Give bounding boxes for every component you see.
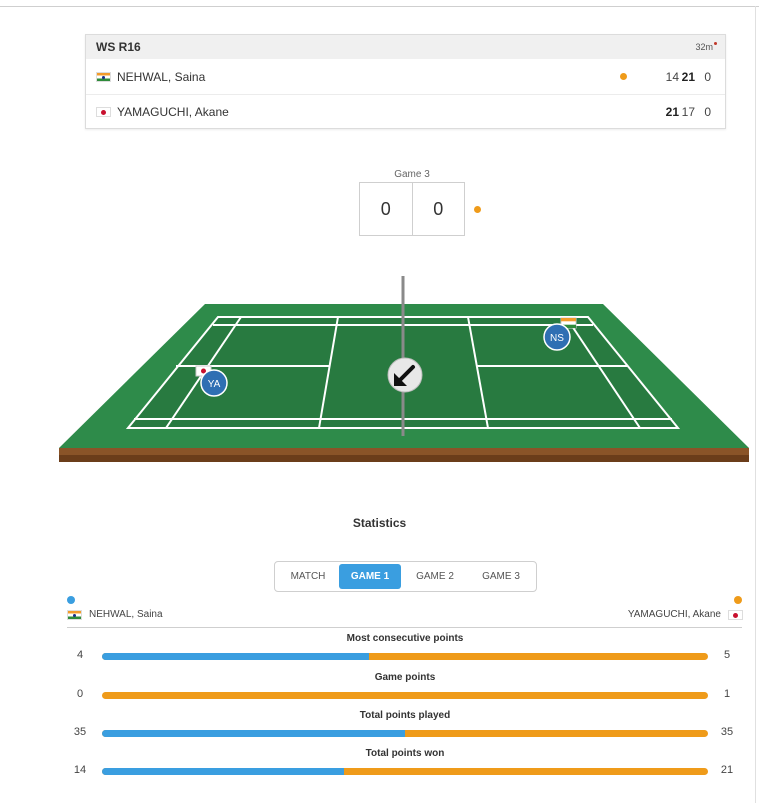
- game-score: 21: [681, 69, 695, 84]
- stat-bar: [102, 768, 708, 775]
- stats-left-player: NEHWAL, Saina: [67, 609, 163, 620]
- stat-bar-fill: [102, 730, 405, 737]
- stat-bar: [102, 730, 708, 737]
- player-badge-label: NS: [550, 333, 564, 344]
- player-row-nehwal[interactable]: NEHWAL, Saina 14 21 0: [86, 59, 725, 94]
- left-game-score: 0: [380, 198, 391, 219]
- stat-left-value: 14: [73, 764, 87, 776]
- current-game-label: Game 3: [394, 169, 430, 180]
- game-score: 17: [681, 105, 695, 119]
- serve-indicator-icon: [620, 73, 627, 80]
- stat-label: Total points won: [365, 748, 445, 759]
- stat-bar: [102, 653, 708, 660]
- player-name: NEHWAL, Saina: [117, 69, 206, 84]
- stat-label: Total points played: [359, 710, 451, 721]
- stats-right-player: YAMAGUCHI, Akane: [628, 609, 743, 620]
- game-score: 0: [704, 69, 711, 84]
- japan-flag-icon: [728, 609, 743, 620]
- stat-right-value: 35: [720, 726, 734, 738]
- player-row-yamaguchi[interactable]: YAMAGUCHI, Akane 21 17 0: [86, 94, 725, 129]
- game-scores: 21 17 0: [663, 105, 711, 119]
- statistics-tabs: MATCH GAME 1 GAME 2 GAME 3: [274, 561, 537, 592]
- player-name: YAMAGUCHI, Akane: [117, 105, 229, 119]
- stat-bar-fill: [102, 653, 369, 660]
- stat-row-game-points: Game points 0 1: [0, 672, 759, 706]
- stat-bar: [102, 692, 708, 699]
- scoreboard-header: WS R16 32m: [86, 35, 725, 59]
- tab-game-3[interactable]: GAME 3: [469, 564, 533, 589]
- stats-divider: [67, 627, 742, 628]
- serve-indicator-icon: [474, 206, 481, 213]
- badminton-court: YA NS: [59, 276, 749, 462]
- right-player-name: YAMAGUCHI, Akane: [627, 609, 721, 620]
- stat-left-value: 35: [73, 726, 87, 738]
- round-label: WS R16: [96, 40, 141, 54]
- stat-left-value: 0: [76, 688, 84, 700]
- top-divider: [0, 6, 759, 7]
- stat-row-points-won: Total points won 14 21: [0, 748, 759, 782]
- stat-label: Game points: [374, 672, 436, 683]
- left-player-color-dot: [67, 596, 75, 604]
- stat-right-value: 1: [723, 688, 731, 700]
- tab-game-2[interactable]: GAME 2: [401, 564, 469, 589]
- stat-bar-fill: [102, 768, 345, 775]
- player-badge-label: YA: [208, 379, 221, 390]
- live-indicator-icon: [714, 42, 717, 45]
- right-player-color-dot: [734, 596, 742, 604]
- game-score: 21: [665, 105, 679, 119]
- game-score: 0: [704, 105, 711, 119]
- current-game-score: 0 0: [359, 182, 465, 236]
- stat-right-value: 5: [723, 649, 731, 661]
- left-player-name: NEHWAL, Saina: [89, 609, 163, 620]
- india-flag-icon: [67, 609, 82, 620]
- right-game-score: 0: [411, 183, 465, 235]
- tab-match[interactable]: MATCH: [277, 564, 339, 589]
- duration-text: 32m: [695, 42, 713, 52]
- shuttle-direction-icon: [387, 357, 423, 393]
- statistics-title: Statistics: [352, 516, 407, 530]
- stat-right-value: 21: [720, 764, 734, 776]
- game-score: 14: [665, 69, 679, 84]
- scoreboard[interactable]: WS R16 32m NEHWAL, Saina 14 21 0 YAMAGUC…: [85, 34, 726, 129]
- japan-flag-icon: [96, 107, 111, 117]
- game-scores: 14 21 0: [663, 70, 711, 84]
- match-duration: 32m: [695, 42, 717, 52]
- stat-row-consecutive-points: Most consecutive points 4 5: [0, 633, 759, 667]
- stat-label: Most consecutive points: [346, 633, 464, 644]
- tab-game-1[interactable]: GAME 1: [339, 564, 401, 589]
- stat-left-value: 4: [76, 649, 84, 661]
- stat-row-points-played: Total points played 35 35: [0, 710, 759, 744]
- india-flag-icon: [96, 71, 111, 82]
- court-base-edge: [59, 448, 749, 455]
